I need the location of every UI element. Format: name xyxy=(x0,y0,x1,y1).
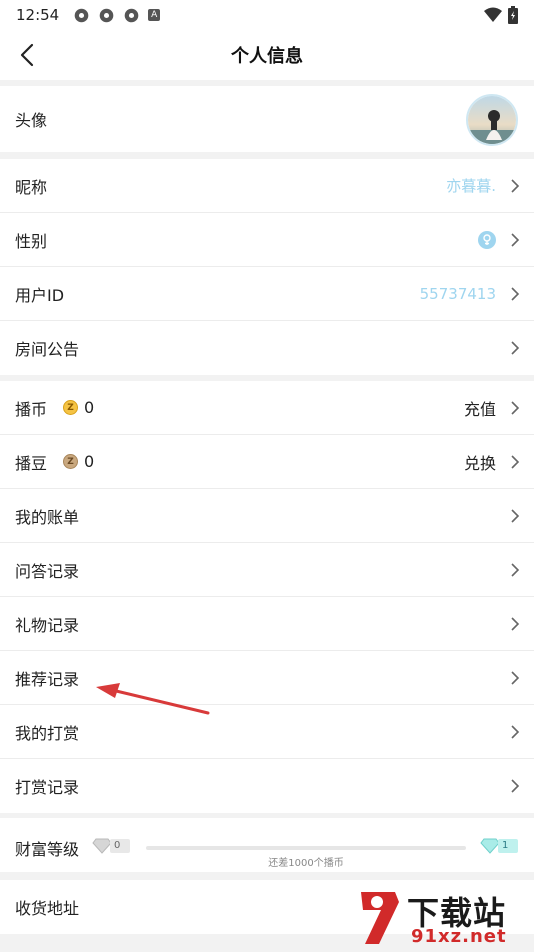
chevron-right-icon xyxy=(511,233,520,247)
reward-records-label: 打赏记录 xyxy=(15,778,80,797)
recommend-records-label: 推荐记录 xyxy=(15,669,80,689)
wealth-level-row[interactable]: 财富等级 0 还差1000个播币 1 xyxy=(0,818,534,872)
app-notification-icon xyxy=(99,8,114,22)
wealth-level-label: 财富等级 xyxy=(15,840,80,859)
qa-records-label: 问答记录 xyxy=(15,561,80,581)
wallet-section: 播币 Z 0 充值 播豆 Z 0 兑换 我的账单 问答记录 礼物记录 推荐记录 … xyxy=(0,381,534,813)
chevron-right-icon xyxy=(511,617,520,631)
avatar-label: 头像 xyxy=(15,111,48,130)
user-id-row[interactable]: 用户ID 55737413 xyxy=(0,267,534,321)
broadcast-bean-row[interactable]: 播豆 Z 0 兑换 xyxy=(0,435,534,489)
nickname-value: 亦暮暮. xyxy=(446,177,496,195)
my-rewards-label: 我的打赏 xyxy=(15,723,80,743)
gender-label: 性别 xyxy=(15,231,48,251)
chevron-right-icon xyxy=(511,779,520,793)
nickname-label: 昵称 xyxy=(15,177,48,197)
page-title: 个人信息 xyxy=(231,46,303,67)
gift-records-row[interactable]: 礼物记录 xyxy=(0,597,534,651)
status-bar: 12:54 A xyxy=(0,0,534,30)
wealth-progress-bar xyxy=(146,846,466,850)
chevron-right-icon xyxy=(511,671,520,685)
recharge-link[interactable]: 充值 xyxy=(464,396,496,420)
room-notice-row[interactable]: 房间公告 xyxy=(0,321,534,375)
chevron-right-icon xyxy=(511,341,520,355)
nav-bar: 个人信息 xyxy=(0,30,534,80)
chevron-right-icon xyxy=(511,509,520,523)
current-level-value: 0 xyxy=(110,839,130,853)
user-id-label: 用户ID xyxy=(15,285,65,305)
gold-coin-icon: Z xyxy=(63,400,79,415)
my-rewards-row[interactable]: 我的打赏 xyxy=(0,705,534,759)
user-id-value: 55737413 xyxy=(419,284,496,303)
chevron-right-icon xyxy=(511,287,520,301)
chevron-right-icon xyxy=(511,401,520,415)
gift-records-label: 礼物记录 xyxy=(15,615,80,635)
current-level-badge: 0 xyxy=(92,838,130,854)
chevron-right-icon xyxy=(511,725,520,739)
app-badge-icon: A xyxy=(148,9,161,21)
blue-diamond-icon xyxy=(480,838,500,854)
next-level-value: 1 xyxy=(498,839,518,853)
watermark-url: 91xz.net xyxy=(411,926,507,947)
my-bills-row[interactable]: 我的账单 xyxy=(0,489,534,543)
chevron-right-icon xyxy=(511,563,520,577)
shipping-address-label: 收货地址 xyxy=(15,899,80,918)
status-time: 12:54 xyxy=(16,6,60,24)
exchange-link[interactable]: 兑换 xyxy=(464,450,496,474)
broadcast-bean-amount: 0 xyxy=(84,452,95,471)
next-level-badge: 1 xyxy=(480,838,518,854)
battery-icon xyxy=(508,6,518,24)
chevron-right-icon xyxy=(511,455,520,469)
nickname-row[interactable]: 昵称 亦暮暮. xyxy=(0,159,534,213)
chevron-right-icon xyxy=(511,179,520,193)
gray-diamond-icon xyxy=(92,838,112,854)
avatar-row[interactable]: 头像 xyxy=(0,86,534,152)
wealth-hint: 还差1000个播币 xyxy=(268,858,344,869)
app-notification-icon xyxy=(74,8,89,22)
recommend-records-row[interactable]: 推荐记录 xyxy=(0,651,534,705)
my-bills-label: 我的账单 xyxy=(15,507,80,527)
back-arrow-icon[interactable] xyxy=(16,42,40,68)
wifi-icon xyxy=(484,7,502,22)
gender-row[interactable]: 性别 xyxy=(0,213,534,267)
profile-section: 昵称 亦暮暮. 性别 用户ID 55737413 房间公告 xyxy=(0,159,534,375)
avatar-section: 头像 xyxy=(0,86,534,152)
avatar-image xyxy=(468,96,516,144)
reward-records-row[interactable]: 打赏记录 xyxy=(0,759,534,813)
bronze-coin-icon: Z xyxy=(63,454,79,469)
broadcast-coin-row[interactable]: 播币 Z 0 充值 xyxy=(0,381,534,435)
broadcast-bean-label: 播豆 xyxy=(15,453,48,473)
app-notification-icon xyxy=(124,8,139,22)
watermark: 下载站 91xz.net xyxy=(355,888,530,950)
watermark-logo xyxy=(361,892,399,944)
broadcast-coin-label: 播币 xyxy=(15,399,48,419)
broadcast-coin-amount: 0 xyxy=(84,398,95,417)
female-gender-icon xyxy=(478,230,496,249)
qa-records-row[interactable]: 问答记录 xyxy=(0,543,534,597)
avatar[interactable] xyxy=(466,94,518,146)
room-notice-label: 房间公告 xyxy=(15,340,80,359)
